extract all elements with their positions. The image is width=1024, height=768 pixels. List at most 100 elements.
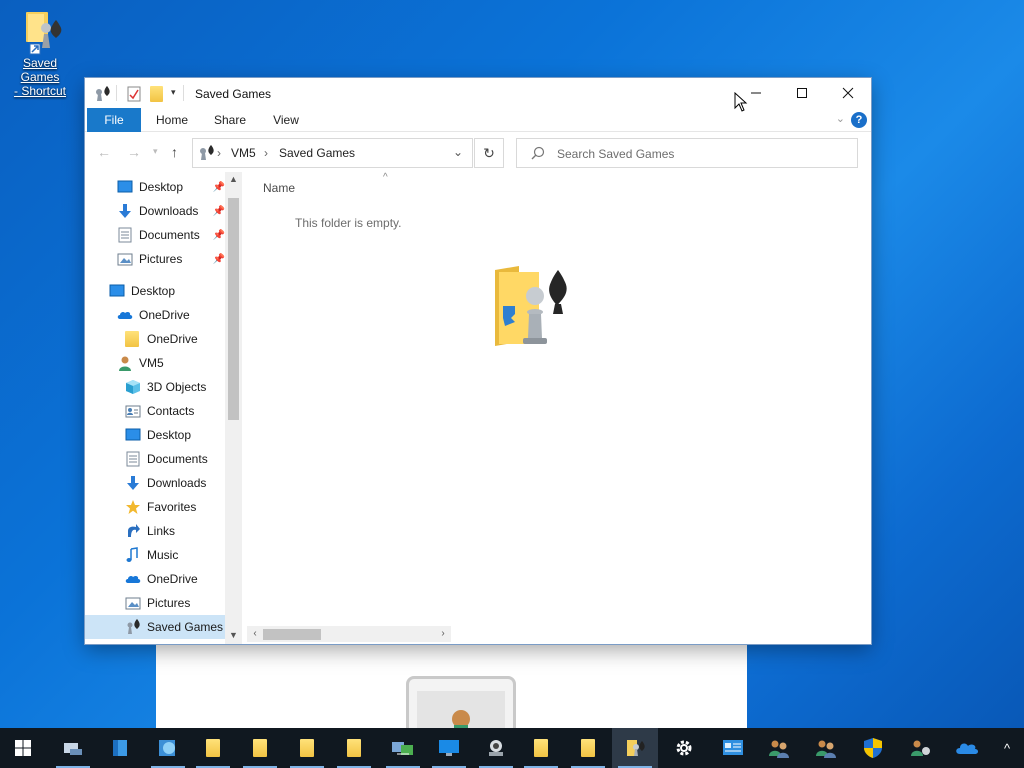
music-note-icon xyxy=(125,547,141,563)
taskbar-control-panel[interactable] xyxy=(710,728,756,768)
taskbar-security-app[interactable] xyxy=(850,728,896,768)
forward-arrow-icon[interactable]: → xyxy=(127,144,141,160)
scroll-right-arrow-icon[interactable]: › xyxy=(435,626,451,642)
saved-games-icon xyxy=(93,86,111,102)
maximize-button[interactable] xyxy=(779,78,825,108)
taskbar-blue-box-app[interactable] xyxy=(97,728,143,768)
taskbar-onedrive[interactable] xyxy=(944,728,990,768)
navigation-pane[interactable]: Desktop 📌 Downloads 📌 Documents 📌 Pictur… xyxy=(85,172,243,644)
nav-item-label: Favorites xyxy=(147,500,197,514)
maximize-icon xyxy=(797,88,807,98)
tray-chevron-icon[interactable]: ^ xyxy=(990,728,1024,768)
nav-pane-scrollbar[interactable]: ▲ ▼ xyxy=(225,172,242,644)
taskbar-network-app[interactable] xyxy=(145,728,191,768)
tab-file[interactable]: File xyxy=(87,108,141,132)
scrollbar-thumb[interactable] xyxy=(263,629,321,640)
taskbar-remote-connection[interactable] xyxy=(380,728,426,768)
tree-item-desktop-2[interactable]: Desktop xyxy=(125,423,191,447)
taskbar-users-app-2[interactable] xyxy=(803,728,849,768)
file-explorer-window[interactable]: ▾ Saved Games File Home Share View ⌄ ? ←… xyxy=(85,78,871,644)
tree-item-onedrive[interactable]: OneDrive xyxy=(117,303,190,327)
taskbar-user-manager[interactable] xyxy=(897,728,943,768)
new-folder-icon[interactable] xyxy=(150,86,163,102)
user-manager-icon xyxy=(911,740,930,756)
refresh-button[interactable]: ↻ xyxy=(474,138,504,168)
users-icon xyxy=(769,740,789,758)
taskbar-settings[interactable] xyxy=(661,728,707,768)
file-list-area[interactable]: ^ Name This folder is empty. ‹ › xyxy=(243,172,871,644)
tree-item-saved-games[interactable]: Saved Games xyxy=(85,615,225,639)
taskbar-folder-5[interactable] xyxy=(518,728,564,768)
tree-item-links[interactable]: Links xyxy=(125,519,175,543)
taskbar-server-manager[interactable] xyxy=(50,728,96,768)
taskbar-camera-app[interactable] xyxy=(473,728,519,768)
tree-item-music[interactable]: Music xyxy=(125,543,178,567)
background-window[interactable] xyxy=(156,640,747,730)
breadcrumb-separator-icon[interactable]: › xyxy=(264,146,268,160)
recent-locations-chevron-icon[interactable]: ▾ xyxy=(153,146,158,157)
scrollbar-thumb[interactable] xyxy=(228,198,239,420)
server-manager-icon xyxy=(64,743,82,755)
tree-item-favorites[interactable]: Favorites xyxy=(125,495,196,519)
quick-access-pictures[interactable]: Pictures 📌 xyxy=(117,247,225,271)
onedrive-cloud-icon xyxy=(956,743,978,754)
scroll-left-arrow-icon[interactable]: ‹ xyxy=(247,626,263,642)
tab-home[interactable]: Home xyxy=(147,108,197,132)
minimize-icon xyxy=(751,92,761,94)
shield-icon xyxy=(864,738,882,758)
users-icon xyxy=(816,740,836,758)
properties-icon[interactable] xyxy=(127,86,141,102)
picture-icon xyxy=(117,251,133,267)
desktop-shortcut-saved-games[interactable]: Saved Games - Shortcut xyxy=(2,8,78,98)
tree-item-onedrive-folder[interactable]: OneDrive xyxy=(125,327,198,351)
folder-icon xyxy=(206,739,220,757)
folder-icon xyxy=(253,739,267,757)
tree-item-contacts[interactable]: Contacts xyxy=(125,399,194,423)
taskbar-folder-6[interactable] xyxy=(565,728,611,768)
search-box[interactable]: Search Saved Games xyxy=(516,138,858,168)
taskbar-folder-2[interactable] xyxy=(237,728,283,768)
tree-item-desktop[interactable]: Desktop xyxy=(109,279,175,303)
address-dropdown-chevron-icon[interactable]: ⌄ xyxy=(453,145,463,159)
help-button[interactable]: ? xyxy=(851,112,867,128)
start-button[interactable] xyxy=(0,728,46,768)
taskbar-folder-3[interactable] xyxy=(284,728,330,768)
remote-connection-icon xyxy=(392,742,413,755)
taskbar-users-app-1[interactable] xyxy=(756,728,802,768)
tab-share[interactable]: Share xyxy=(205,108,255,132)
scroll-up-arrow-icon[interactable]: ▲ xyxy=(225,174,242,184)
quick-access-desktop[interactable]: Desktop 📌 xyxy=(117,175,225,199)
title-bar[interactable]: ▾ Saved Games xyxy=(85,78,871,108)
quick-access-documents[interactable]: Documents 📌 xyxy=(117,223,225,247)
scroll-down-arrow-icon[interactable]: ▼ xyxy=(225,630,242,640)
breadcrumb-vm5[interactable]: VM5 xyxy=(231,146,256,160)
close-icon xyxy=(842,87,854,99)
column-header-name[interactable]: Name xyxy=(263,181,295,195)
quick-access-downloads[interactable]: Downloads 📌 xyxy=(117,199,225,223)
empty-folder-message: This folder is empty. xyxy=(295,216,402,230)
download-arrow-icon xyxy=(117,203,133,219)
customize-toolbar-chevron-icon[interactable]: ▾ xyxy=(171,87,176,103)
tree-item-3d-objects[interactable]: 3D Objects xyxy=(125,375,206,399)
tab-view[interactable]: View xyxy=(261,108,311,132)
folder-icon xyxy=(581,739,595,757)
taskbar-monitor-app[interactable] xyxy=(426,728,472,768)
expand-ribbon-chevron-icon[interactable]: ⌄ xyxy=(836,112,845,125)
nav-item-label: Documents xyxy=(147,452,208,466)
horizontal-scrollbar[interactable]: ‹ › xyxy=(247,626,451,642)
tree-item-onedrive-2[interactable]: OneDrive xyxy=(125,567,198,591)
tree-item-pictures[interactable]: Pictures xyxy=(125,591,190,615)
back-arrow-icon[interactable]: ← xyxy=(97,144,111,160)
taskbar-folder-1[interactable] xyxy=(190,728,236,768)
tree-item-downloads[interactable]: Downloads xyxy=(125,471,206,495)
download-arrow-icon xyxy=(125,475,141,491)
breadcrumb-separator-icon[interactable]: › xyxy=(217,146,221,160)
address-bar[interactable]: › VM5 › Saved Games ⌄ xyxy=(192,138,473,168)
tree-item-vm5[interactable]: VM5 xyxy=(117,351,164,375)
taskbar-folder-4[interactable] xyxy=(331,728,377,768)
breadcrumb-saved-games[interactable]: Saved Games xyxy=(279,146,355,160)
up-arrow-icon[interactable]: ↑ xyxy=(171,144,178,160)
taskbar-saved-games-window[interactable] xyxy=(612,728,658,768)
tree-item-documents[interactable]: Documents xyxy=(125,447,208,471)
close-button[interactable] xyxy=(825,78,871,108)
